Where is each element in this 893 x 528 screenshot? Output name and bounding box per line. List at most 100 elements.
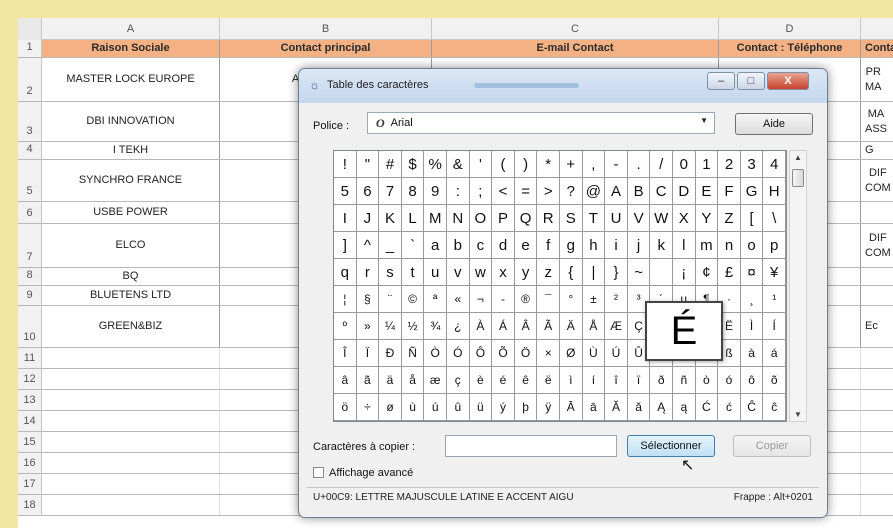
character-cell[interactable]: w (469, 259, 493, 286)
character-cell[interactable]: h (582, 232, 606, 259)
character-cell[interactable]: P (492, 205, 515, 232)
character-cell[interactable]: ä (379, 367, 402, 394)
character-cell[interactable]: ¬ (469, 286, 493, 313)
character-cell[interactable]: Ì (740, 313, 764, 340)
character-cell[interactable]: Ñ (401, 340, 425, 367)
character-cell[interactable]: H (763, 178, 786, 205)
character-cell[interactable]: ¹ (763, 286, 786, 313)
character-cell[interactable]: _ (379, 232, 402, 259)
character-cell[interactable]: Ă (605, 394, 628, 421)
row-number[interactable]: 14 (18, 411, 42, 431)
cell[interactable]: ELCO (42, 224, 220, 267)
character-cell[interactable]: - (605, 151, 628, 178)
character-cell[interactable]: [ (740, 205, 764, 232)
character-cell[interactable]: \ (763, 205, 786, 232)
character-grid-scrollbar[interactable]: ▲ ▼ (789, 150, 807, 422)
cell[interactable] (861, 453, 893, 473)
character-cell[interactable]: + (560, 151, 583, 178)
cell[interactable]: DIF COM (861, 224, 893, 267)
character-cell[interactable]: W (650, 205, 673, 232)
character-cell[interactable]: e (514, 232, 538, 259)
character-cell[interactable]: ô (740, 367, 764, 394)
cell[interactable] (42, 453, 220, 473)
character-cell[interactable]: 4 (763, 151, 786, 178)
character-cell[interactable]: Ò (424, 340, 447, 367)
character-cell[interactable]: , (582, 151, 606, 178)
character-cell[interactable]: T (582, 205, 606, 232)
character-cell[interactable]: Ï (356, 340, 380, 367)
characters-to-copy-field[interactable] (445, 435, 617, 457)
character-cell[interactable]: è (469, 367, 493, 394)
character-cell[interactable]: 5 (334, 178, 357, 205)
character-cell[interactable]: Ā (560, 394, 583, 421)
character-cell[interactable]: X (673, 205, 696, 232)
character-cell[interactable]: " (356, 151, 380, 178)
character-cell[interactable]: ? (560, 178, 583, 205)
character-cell[interactable]: m (695, 232, 719, 259)
character-cell[interactable]: í (582, 367, 606, 394)
character-cell[interactable]: ¡ (673, 259, 696, 286)
character-cell[interactable]: G (740, 178, 764, 205)
advanced-view-label[interactable]: Affichage avancé (329, 467, 413, 479)
character-cell[interactable]: E (695, 178, 719, 205)
character-cell[interactable]: j (627, 232, 651, 259)
row-number[interactable]: 3 (18, 102, 42, 141)
character-cell[interactable]: ą (673, 394, 696, 421)
character-cell[interactable]: | (582, 259, 606, 286)
character-cell[interactable]: ° (560, 286, 583, 313)
character-cell[interactable]: ¼ (379, 313, 402, 340)
character-cell[interactable]: ê (514, 367, 538, 394)
character-cell[interactable]: » (356, 313, 380, 340)
cell[interactable] (42, 474, 220, 494)
cell[interactable] (861, 202, 893, 223)
character-cell[interactable]: ¨ (379, 286, 402, 313)
character-cell[interactable]: é (492, 367, 515, 394)
scrollbar-thumb[interactable] (792, 169, 804, 187)
character-cell[interactable]: º (334, 313, 357, 340)
column-header-b[interactable]: B (220, 18, 432, 40)
character-cell[interactable]: z (537, 259, 560, 286)
cell[interactable]: Ec (861, 306, 893, 347)
character-cell[interactable]: Ú (605, 340, 628, 367)
row-number[interactable]: 11 (18, 348, 42, 368)
character-cell[interactable]: D (673, 178, 696, 205)
character-cell[interactable]: Ã (537, 313, 560, 340)
character-cell[interactable]: y (514, 259, 538, 286)
cell[interactable] (861, 348, 893, 368)
character-cell[interactable]: Ø (560, 340, 583, 367)
character-cell[interactable]: å (401, 367, 425, 394)
character-cell[interactable]: õ (763, 367, 786, 394)
cell[interactable]: BLUETENS LTD (42, 286, 220, 305)
character-cell[interactable]: . (627, 151, 651, 178)
character-cell[interactable]: A (605, 178, 628, 205)
scroll-down-arrow-icon[interactable]: ▼ (794, 410, 802, 419)
character-cell[interactable]: ¤ (740, 259, 764, 286)
character-cell[interactable] (650, 259, 673, 286)
character-cell[interactable]: Â (514, 313, 538, 340)
row-number[interactable]: 9 (18, 286, 42, 305)
column-header-a[interactable]: A (42, 18, 220, 40)
character-cell[interactable]: d (492, 232, 515, 259)
character-cell[interactable]: ¥ (763, 259, 786, 286)
close-button[interactable]: X (767, 72, 809, 90)
character-cell[interactable]: > (537, 178, 560, 205)
character-cell[interactable]: * (537, 151, 560, 178)
select-all-corner[interactable] (18, 18, 42, 40)
character-cell[interactable]: Ù (582, 340, 606, 367)
row-number[interactable]: 8 (18, 268, 42, 285)
character-cell[interactable]: Y (695, 205, 719, 232)
character-cell[interactable]: N (447, 205, 470, 232)
row-number[interactable]: 1 (18, 40, 42, 57)
row-number[interactable]: 15 (18, 432, 42, 452)
character-cell[interactable]: ½ (401, 313, 425, 340)
row-number[interactable]: 16 (18, 453, 42, 473)
character-cell[interactable]: û (447, 394, 470, 421)
character-cell[interactable]: ì (560, 367, 583, 394)
header-cell[interactable]: Contact : Téléphone (719, 40, 861, 57)
character-cell[interactable]: g (560, 232, 583, 259)
cell[interactable]: I TEKH (42, 142, 220, 159)
character-cell[interactable]: p (763, 232, 786, 259)
cell[interactable] (42, 390, 220, 410)
character-cell[interactable]: Z (718, 205, 741, 232)
character-cell[interactable]: ï (627, 367, 651, 394)
